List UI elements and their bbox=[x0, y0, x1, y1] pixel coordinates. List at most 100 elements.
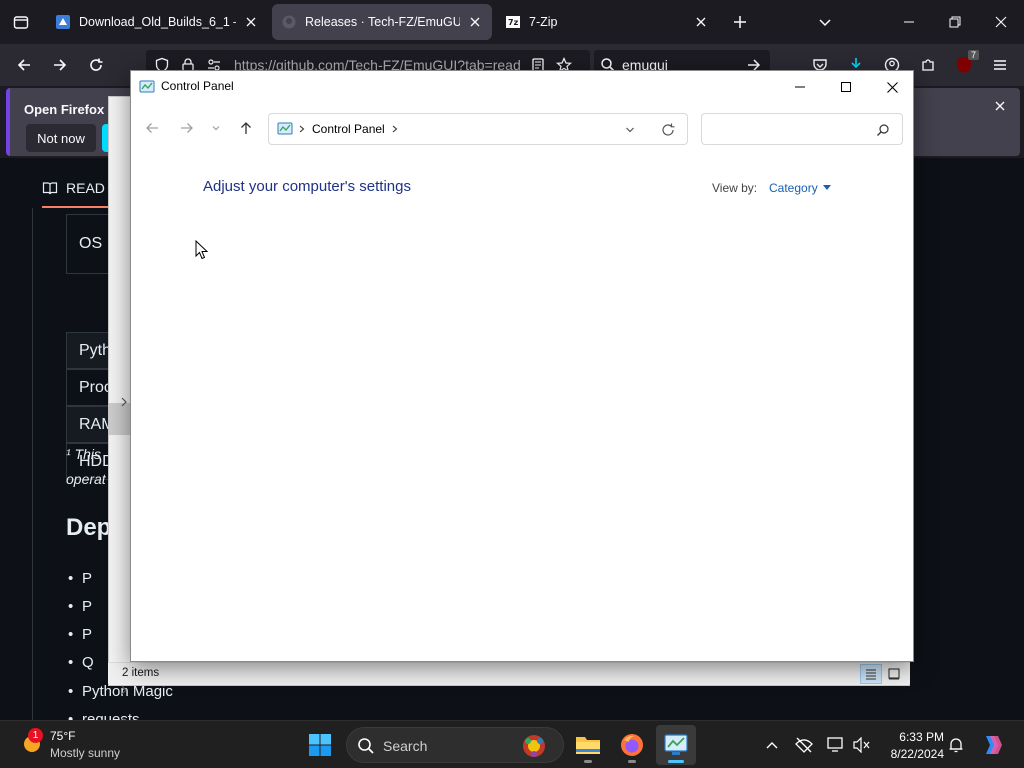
copilot-icon bbox=[986, 736, 1002, 754]
control-panel-icon bbox=[277, 122, 293, 135]
chevron-down-icon bbox=[819, 19, 831, 27]
weather-badge: 1 bbox=[28, 728, 43, 743]
folder-icon bbox=[576, 737, 600, 754]
close-window-button[interactable] bbox=[986, 7, 1016, 37]
notifications-button[interactable] bbox=[946, 735, 966, 755]
firefox-icon bbox=[621, 734, 643, 756]
arrow-right-icon bbox=[54, 59, 67, 71]
breadcrumb-separator-icon bbox=[299, 125, 305, 133]
copilot-button[interactable] bbox=[980, 733, 1004, 757]
show-hidden-icons-button[interactable] bbox=[762, 735, 782, 755]
network-disconnected-icon bbox=[795, 737, 813, 753]
new-tab-button[interactable] bbox=[725, 7, 755, 37]
tab-title: Download_Old_Builds_6_1 – Or bbox=[79, 15, 236, 29]
notification-close-button[interactable] bbox=[990, 96, 1010, 116]
search-input[interactable] bbox=[706, 118, 870, 140]
taskbar-search[interactable]: Search bbox=[346, 727, 564, 763]
readme-tab[interactable]: READ bbox=[42, 170, 105, 206]
view-by-value: Category bbox=[769, 181, 818, 195]
tab-download-old-builds[interactable]: Download_Old_Builds_6_1 – Or bbox=[46, 4, 268, 40]
address-bar[interactable]: Control Panel bbox=[268, 113, 688, 145]
forward-button[interactable] bbox=[45, 50, 75, 80]
list-item: requests bbox=[68, 711, 139, 720]
maximize-button[interactable] bbox=[823, 71, 869, 103]
list-all-tabs-button[interactable] bbox=[810, 7, 840, 37]
up-button[interactable] bbox=[235, 115, 257, 141]
volume-status[interactable] bbox=[852, 735, 872, 755]
search-highlight-icon bbox=[523, 735, 545, 757]
weather-widget[interactable]: 1 bbox=[18, 728, 50, 761]
hamburger-menu-icon bbox=[994, 60, 1006, 70]
display-status[interactable] bbox=[826, 735, 846, 755]
forward-button[interactable] bbox=[176, 115, 198, 141]
minimize-icon bbox=[795, 86, 805, 88]
back-button[interactable] bbox=[9, 50, 39, 80]
mouse-cursor-icon bbox=[195, 240, 208, 260]
minimize-button[interactable] bbox=[777, 71, 823, 103]
book-icon bbox=[42, 182, 58, 195]
search-label: Search bbox=[383, 738, 428, 754]
view-by-label: View by: bbox=[712, 181, 758, 195]
tab-releases-emugui[interactable]: Releases · Tech-FZ/EmuGUI bbox=[272, 4, 492, 40]
close-button[interactable] bbox=[869, 71, 915, 103]
arrow-left-icon bbox=[146, 123, 158, 133]
chevron-down-icon bbox=[212, 126, 220, 131]
speaker-muted-icon bbox=[853, 737, 870, 753]
tab-title: Releases · Tech-FZ/EmuGUI bbox=[305, 15, 460, 29]
firefox-view-icon[interactable] bbox=[6, 7, 36, 37]
close-tab-icon[interactable] bbox=[244, 15, 258, 29]
refresh-icon[interactable] bbox=[661, 123, 675, 137]
arrow-right-icon bbox=[181, 123, 193, 133]
chevron-right-icon[interactable] bbox=[120, 685, 128, 695]
back-button[interactable] bbox=[141, 115, 163, 141]
large-icons-view-button[interactable] bbox=[883, 664, 905, 684]
taskbar-control-panel[interactable] bbox=[656, 725, 696, 765]
page-title: Adjust your computer's settings bbox=[203, 178, 411, 195]
details-view-button[interactable] bbox=[860, 664, 882, 684]
not-now-button[interactable]: Not now bbox=[26, 124, 96, 152]
app-menu-button[interactable] bbox=[985, 50, 1015, 80]
list-item: P bbox=[68, 570, 92, 587]
extensions-button[interactable] bbox=[913, 50, 943, 80]
title-bar[interactable]: Control Panel bbox=[131, 71, 913, 103]
close-icon bbox=[995, 101, 1005, 111]
navigation-pane-selection bbox=[109, 403, 131, 435]
tab-title: 7-Zip bbox=[529, 15, 558, 29]
bell-icon bbox=[949, 738, 963, 753]
navigation-pane bbox=[109, 179, 131, 727]
arrow-up-icon bbox=[241, 122, 251, 134]
close-icon bbox=[886, 81, 898, 93]
breadcrumb-separator-icon[interactable] bbox=[392, 125, 398, 133]
taskbar-file-explorer[interactable] bbox=[568, 725, 608, 765]
view-by-dropdown[interactable]: Category bbox=[769, 181, 831, 195]
restore-button[interactable] bbox=[940, 7, 970, 37]
readme-tab-indicator bbox=[42, 206, 110, 208]
weather-temperature: 75°F bbox=[50, 729, 76, 743]
close-tab-icon[interactable] bbox=[468, 15, 482, 29]
clock-time[interactable]: 6:33 PM bbox=[896, 730, 944, 744]
maximize-icon bbox=[841, 82, 851, 92]
details-view-icon bbox=[866, 669, 876, 680]
arrow-left-icon bbox=[17, 59, 30, 71]
close-tab-icon[interactable] bbox=[694, 15, 708, 29]
search-icon bbox=[358, 738, 374, 754]
restore-icon bbox=[949, 16, 961, 28]
window-title: Control Panel bbox=[161, 79, 234, 93]
readme-tab-label: READ bbox=[66, 180, 105, 196]
minimize-button[interactable] bbox=[894, 7, 924, 37]
start-button[interactable] bbox=[300, 725, 340, 765]
clock-date[interactable]: 8/22/2024 bbox=[886, 747, 944, 761]
address-history-chevron-icon[interactable] bbox=[625, 125, 635, 135]
content-border bbox=[32, 208, 33, 720]
search-box[interactable] bbox=[701, 113, 903, 145]
taskbar: 1 75°F Mostly sunny Search 6:33 PM 8/22/… bbox=[0, 720, 1024, 768]
taskbar-firefox[interactable] bbox=[612, 725, 652, 765]
reload-button[interactable] bbox=[81, 50, 111, 80]
tab-7zip[interactable]: 7z 7-Zip bbox=[496, 4, 718, 40]
breadcrumb-control-panel[interactable]: Control Panel bbox=[312, 122, 385, 136]
network-status[interactable] bbox=[794, 735, 814, 755]
recent-locations-button[interactable] bbox=[207, 115, 225, 141]
chevron-right-icon[interactable] bbox=[120, 397, 128, 407]
github-icon bbox=[282, 15, 296, 29]
ublock-button[interactable]: 7 bbox=[949, 50, 979, 80]
